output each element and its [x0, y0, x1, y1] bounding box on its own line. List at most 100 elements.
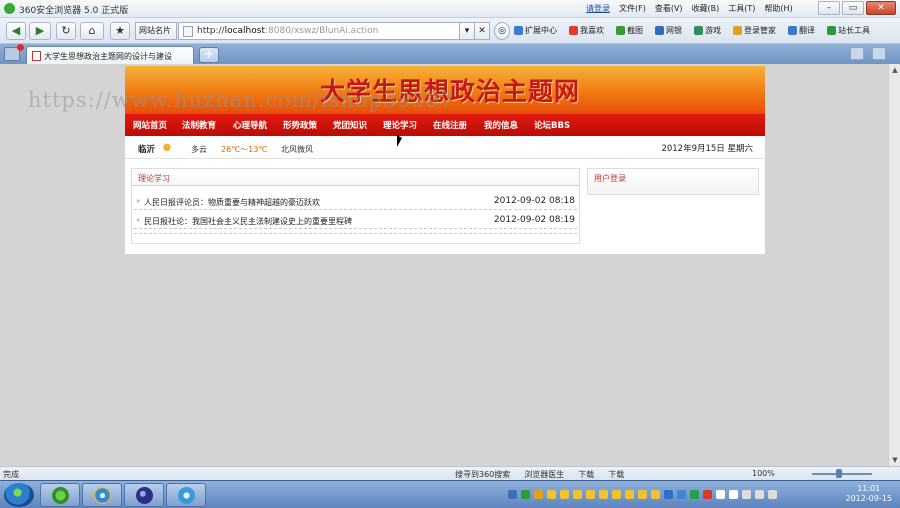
weather-bar: 临沂 多云 26℃～13℃ 北风微风 2012年9月15日 星期六 [125, 137, 765, 159]
stop-button[interactable]: ✕ [474, 22, 490, 40]
tray-icon[interactable] [651, 490, 660, 499]
tray-icon[interactable] [677, 490, 686, 499]
menu-tools[interactable]: 工具(T) [728, 3, 755, 14]
nav-register[interactable]: 在线注册 [433, 119, 467, 131]
tray-icon[interactable] [755, 490, 764, 499]
login-link[interactable]: 请登录 [586, 3, 610, 14]
status-search[interactable]: 搜寻到360搜索 [455, 469, 510, 480]
maximize-button[interactable]: ▭ [842, 1, 864, 15]
screenshot-button[interactable]: 截图 [616, 25, 643, 36]
extension-center-button[interactable]: 扩展中心 [514, 25, 557, 36]
address-bar[interactable]: http://localhost:8080/xswz/BlunAi.action [178, 22, 460, 40]
sidebar-toggle-icon[interactable] [4, 44, 24, 61]
menu-favorites[interactable]: 收藏(B) [692, 3, 720, 14]
volume-icon[interactable] [768, 490, 777, 499]
scroll-up-icon[interactable]: ▲ [890, 65, 900, 75]
nav-party-knowledge[interactable]: 党团知识 [333, 119, 367, 131]
nav-theory-study[interactable]: 理论学习 [383, 119, 417, 131]
zoom-slider[interactable] [812, 473, 872, 475]
favorites-dropdown[interactable]: 网站名片 [135, 22, 177, 40]
weather-wind: 北风微风 [281, 145, 313, 154]
menu-file[interactable]: 文件(F) [619, 3, 646, 14]
watermark: https://www.huzhan.com/ishop39397 [28, 88, 455, 112]
box-title: 用户登录 [594, 174, 626, 183]
tray-icon[interactable] [547, 490, 556, 499]
page-icon [183, 26, 193, 37]
vertical-scrollbar[interactable]: ▲ ▼ [888, 64, 900, 466]
tray-icon[interactable] [560, 490, 569, 499]
tray-icon[interactable] [534, 490, 543, 499]
url-dropdown-button[interactable]: ▾ [459, 22, 475, 40]
nav-forum[interactable]: 论坛BBS [534, 119, 570, 131]
tray-icon[interactable] [638, 490, 647, 499]
tray-icon[interactable] [664, 490, 673, 499]
login-manager-button[interactable]: 登录管家 [733, 25, 776, 36]
status-doctor[interactable]: 浏览器医生 [524, 469, 564, 480]
status-download-2[interactable]: 下载 [608, 469, 624, 480]
close-button[interactable]: ✕ [866, 1, 896, 15]
tray-icon[interactable] [690, 490, 699, 499]
taskbar: 11:01 2012-09-15 [0, 480, 900, 508]
translate-button[interactable]: 翻译 [788, 25, 815, 36]
refresh-button[interactable]: ↻ [56, 22, 76, 40]
scroll-down-icon[interactable]: ▼ [890, 455, 900, 465]
bullet-icon: » [136, 197, 141, 205]
menu-view[interactable]: 查看(V) [655, 3, 683, 14]
tray-icon[interactable] [521, 490, 530, 499]
taskbar-app[interactable] [166, 483, 206, 507]
tab-tools [850, 47, 886, 60]
like-button[interactable]: 我喜欢 [569, 25, 604, 36]
zoom-level[interactable]: 100% [752, 469, 775, 478]
favorite-star-button[interactable]: ★ [110, 22, 130, 40]
title-bar: 360安全浏览器 5.0 正式版 请登录 文件(F) 查看(V) 收藏(B) 工… [0, 0, 900, 18]
list-item[interactable]: » 人民日报评论员：物质重要与精神超越的豪迈跃欢 2012-09-02 08:1… [134, 192, 577, 210]
tray-icon[interactable] [508, 490, 517, 499]
minimize-button[interactable]: – [818, 1, 840, 15]
nav-psychology[interactable]: 心理导航 [233, 119, 267, 131]
clock-time: 11:01 [857, 484, 881, 493]
nav-my-info[interactable]: 我的信息 [484, 119, 518, 131]
new-tab-button[interactable]: + [199, 47, 219, 63]
taskbar-eclipse[interactable] [124, 483, 164, 507]
restore-tabs-icon[interactable] [850, 47, 864, 60]
bank-button[interactable]: 网银 [655, 25, 682, 36]
home-button[interactable]: ⌂ [80, 22, 104, 40]
taskbar-ie[interactable] [82, 483, 122, 507]
nav-legal-education[interactable]: 法制教育 [182, 119, 216, 131]
nav-policy[interactable]: 形势政策 [283, 119, 317, 131]
tray-icon[interactable] [599, 490, 608, 499]
weather-condition: 多云 [191, 145, 207, 154]
tray-icon[interactable] [742, 490, 751, 499]
tray-icon[interactable] [573, 490, 582, 499]
start-button[interactable] [4, 483, 34, 507]
nav-home[interactable]: 网站首页 [133, 119, 167, 131]
news-title[interactable]: 民日报社论：我国社会主义民主法制建设史上的重要里程碑 [144, 216, 352, 227]
tray-icon[interactable] [703, 490, 712, 499]
zoom-slider-handle[interactable] [836, 469, 842, 478]
tray-icon[interactable] [612, 490, 621, 499]
back-button[interactable]: ◀ [6, 22, 26, 40]
tray-icon[interactable] [716, 490, 725, 499]
tray-icon[interactable] [625, 490, 634, 499]
webmaster-tools-button[interactable]: 站长工具 [827, 25, 870, 36]
url-text[interactable]: http://localhost:8080/xswz/BlunAi.action [197, 26, 378, 36]
box-header: 理论学习 [132, 169, 579, 186]
trash-icon[interactable] [872, 47, 886, 60]
news-title[interactable]: 人民日报评论员：物质重要与精神超越的豪迈跃欢 [144, 197, 320, 208]
games-button[interactable]: 游戏 [694, 25, 721, 36]
browser-logo-icon [4, 3, 15, 14]
status-text: 完成 [3, 470, 19, 479]
taskbar-browser-360[interactable] [40, 483, 80, 507]
tray-icon[interactable] [586, 490, 595, 499]
taskbar-clock[interactable]: 11:01 2012-09-15 [846, 484, 893, 504]
shield-icon[interactable]: ◎ [494, 22, 510, 40]
forward-button[interactable]: ▶ [29, 22, 51, 40]
tab-active[interactable]: 大学生思想政治主题网的设计与建设 [26, 46, 194, 64]
tray-icon[interactable] [729, 490, 738, 499]
box-title[interactable]: 理论学习 [138, 173, 170, 184]
menu-help[interactable]: 帮助(H) [764, 3, 792, 14]
page-viewport: 大学生思想政治主题网 网站首页 法制教育 心理导航 形势政策 党团知识 理论学习… [0, 64, 888, 466]
status-download-1[interactable]: 下载 [578, 469, 594, 480]
toolbar-tools: 扩展中心 我喜欢 截图 网银 游戏 登录管家 翻译 站长工具 [514, 25, 882, 36]
list-item[interactable]: » 民日报社论：我国社会主义民主法制建设史上的重要里程碑 2012-09-02 … [134, 211, 577, 229]
